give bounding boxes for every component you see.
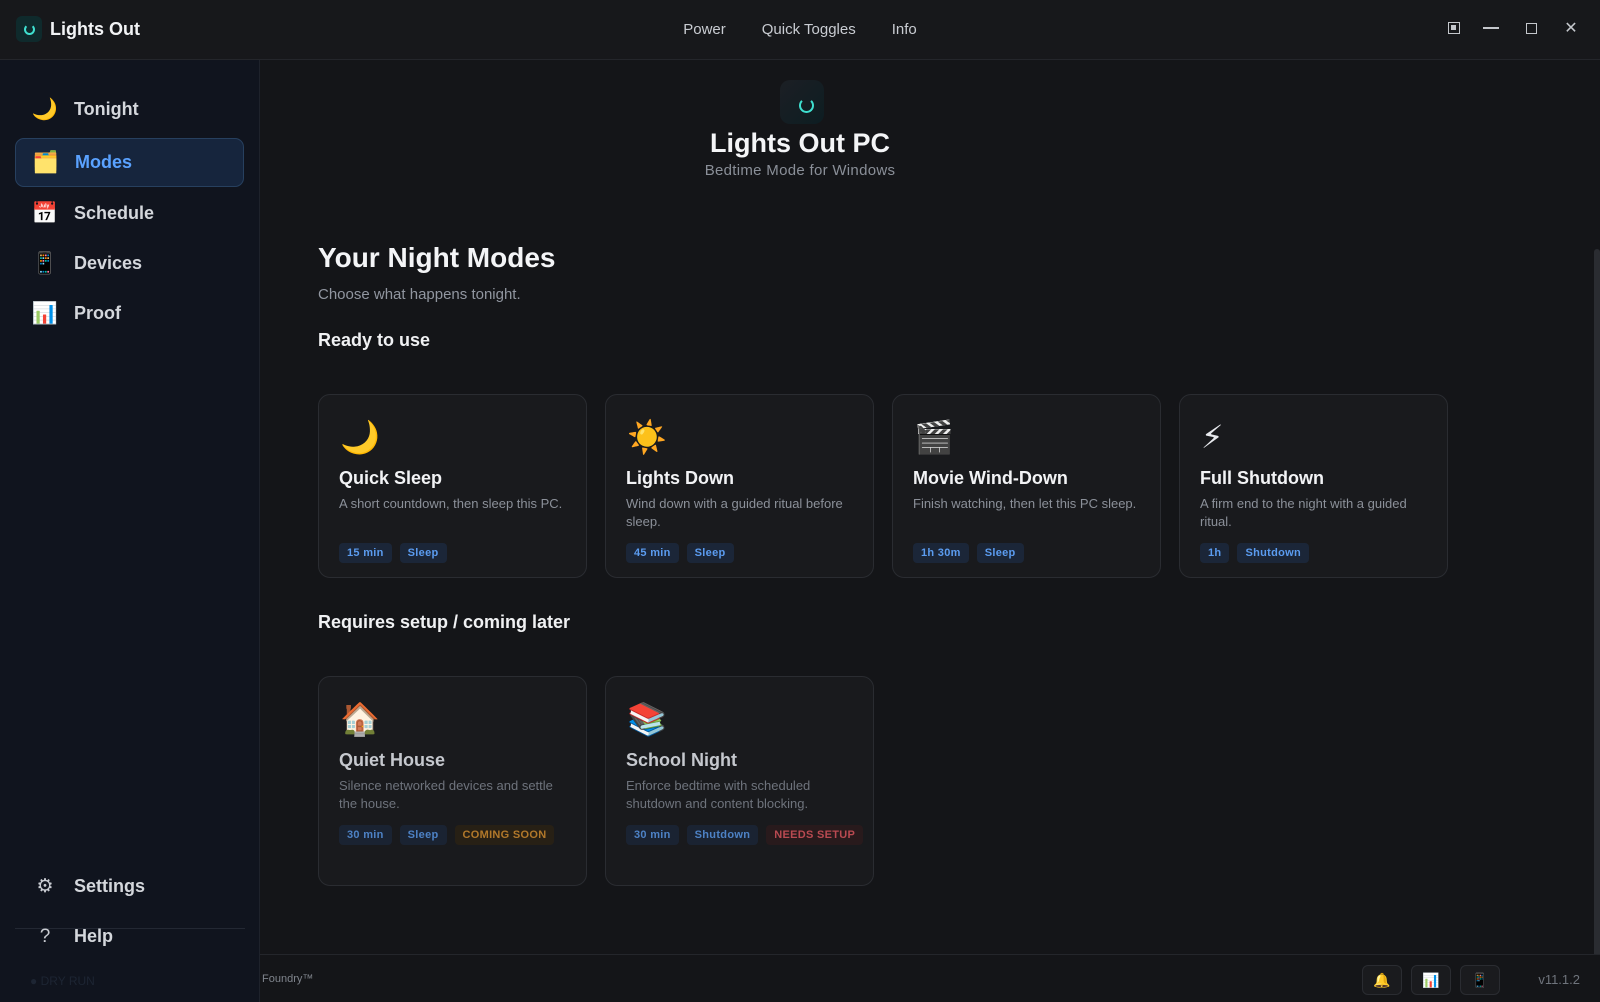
bar-chart-icon: 📊 (31, 301, 59, 325)
lightning-icon: ⚡ (1201, 419, 1224, 455)
action-tag: Shutdown (1237, 543, 1309, 563)
phone-icon: 📱 (31, 251, 59, 275)
moon-icon: 🌙 (31, 97, 59, 121)
duration-tag: 30 min (339, 825, 392, 845)
mode-description: A short countdown, then sleep this PC. (339, 496, 563, 511)
sidebar-item-label: Schedule (74, 203, 155, 223)
mode-title: Quick Sleep (339, 468, 443, 488)
sidebar-item-label: Help (74, 926, 114, 946)
mode-card-quick-sleep[interactable]: 🌙 Quick Sleep A short countdown, then sl… (318, 394, 587, 578)
action-tag: Shutdown (686, 825, 759, 845)
device-phone-icon[interactable]: 📱 (1460, 965, 1500, 995)
sun-icon: ☀️ (627, 419, 667, 455)
snap-layout-icon[interactable] (1448, 22, 1460, 34)
sidebar-item-schedule[interactable]: 📅 Schedule (15, 189, 244, 238)
dry-run-status: ● DRY RUN (30, 974, 95, 988)
duration-tag: 15 min (339, 543, 392, 563)
sidebar: 🌙 Tonight 🗂️ Modes 📅 Schedule 📱 Devices … (0, 60, 260, 1002)
mode-description: Finish watching, then let this PC sleep. (913, 496, 1137, 511)
maximize-icon[interactable] (1522, 18, 1540, 38)
mode-card-full-shutdown[interactable]: ⚡ Full Shutdown A firm end to the night … (1179, 394, 1448, 578)
mode-title: School Night (626, 750, 737, 770)
sidebar-item-modes[interactable]: 🗂️ Modes (15, 138, 244, 187)
sidebar-item-settings[interactable]: ⚙ Settings (15, 862, 244, 911)
page-title: Your Night Modes (318, 242, 556, 273)
title-bar: Lights Out Power Quick Toggles Info ✕ (0, 0, 1600, 60)
top-nav-info[interactable]: Info (892, 21, 917, 38)
sidebar-item-devices[interactable]: 📱 Devices (15, 239, 244, 288)
close-icon[interactable]: ✕ (1562, 18, 1580, 38)
window-controls: ✕ (1448, 18, 1580, 38)
top-nav-power[interactable]: Power (683, 21, 726, 38)
sidebar-item-help[interactable]: ? Help (15, 912, 244, 961)
mode-card-movie-wind-down[interactable]: 🎬 Movie Wind-Down Finish watching, then … (892, 394, 1161, 578)
page-subtitle: Choose what happens tonight. (318, 286, 521, 303)
action-tag: Sleep (399, 543, 447, 563)
house-icon: 🏠 (340, 701, 380, 737)
mode-title: Quiet House (339, 750, 446, 770)
action-tag: Sleep (686, 543, 734, 563)
mode-title: Movie Wind-Down (913, 468, 1068, 488)
mode-tags: 1h 30m Sleep (913, 543, 1153, 563)
sidebar-item-label: Settings (74, 876, 146, 896)
mode-card-quiet-house[interactable]: 🏠 Quiet House Silence networked devices … (318, 676, 587, 886)
modes-stack-icon: 🗂️ (32, 150, 60, 174)
mode-tags: 1h Shutdown (1200, 543, 1440, 563)
stats-chart-icon[interactable]: 📊 (1411, 965, 1451, 995)
mode-title: Lights Down (626, 468, 734, 488)
clapperboard-icon: 🎬 (914, 419, 954, 455)
sidebar-item-label: Tonight (74, 99, 139, 119)
mode-description: Wind down with a guided ritual before sl… (626, 496, 843, 529)
duration-tag: 45 min (626, 543, 679, 563)
mode-description: A firm end to the night with a guided ri… (1200, 496, 1407, 529)
duration-tag: 30 min (626, 825, 679, 845)
mode-description: Silence networked devices and settle the… (339, 778, 553, 811)
calendar-icon: 📅 (31, 201, 59, 225)
sidebar-item-proof[interactable]: 📊 Proof (15, 289, 244, 338)
main-content: Lights Out PC Bedtime Mode for Windows Y… (260, 60, 1600, 999)
mode-tags: 30 min Sleep COMING SOON (339, 825, 579, 845)
hero-subtitle: Bedtime Mode for Windows (704, 162, 896, 179)
version-label: v11.1.2 (1538, 972, 1580, 987)
section-title-ready: Ready to use (318, 330, 431, 350)
duration-tag: 1h 30m (913, 543, 969, 563)
hero-logo-icon (780, 80, 824, 124)
duration-tag: 1h (1200, 543, 1230, 563)
foundry-credit: Foundry™ (262, 973, 314, 985)
hero-title: Lights Out PC (710, 128, 890, 158)
mode-card-school-night[interactable]: 📚 School Night Enforce bedtime with sche… (605, 676, 874, 886)
sidebar-item-label: Modes (75, 152, 133, 172)
needs-setup-badge: NEEDS SETUP (766, 825, 864, 845)
mode-tags: 15 min Sleep (339, 543, 579, 563)
top-nav-quick-toggles[interactable]: Quick Toggles (762, 21, 856, 38)
sidebar-item-label: Devices (74, 253, 143, 273)
mode-card-lights-down[interactable]: ☀️ Lights Down Wind down with a guided r… (605, 394, 874, 578)
moon-icon: 🌙 (340, 419, 380, 455)
section-title-later: Requires setup / coming later (318, 612, 571, 632)
help-icon: ? (39, 925, 51, 947)
coming-soon-badge: COMING SOON (454, 825, 555, 845)
gear-icon: ⚙ (36, 876, 54, 897)
action-tag: Sleep (976, 543, 1024, 563)
top-nav: Power Quick Toggles Info (0, 21, 1600, 38)
books-icon: 📚 (627, 701, 667, 737)
mode-title: Full Shutdown (1200, 468, 1324, 488)
sidebar-item-label: Proof (74, 303, 121, 323)
mode-tags: 45 min Sleep (626, 543, 866, 563)
notifications-bell-icon[interactable]: 🔔 (1362, 965, 1402, 995)
minimize-icon[interactable] (1482, 18, 1500, 38)
status-bar: Foundry™ 🔔 📊 📱 v11.1.2 (260, 954, 1600, 1002)
mode-description: Enforce bedtime with scheduled shutdown … (626, 778, 811, 811)
scrollbar[interactable] (1594, 249, 1600, 999)
mode-tags: 30 min Shutdown NEEDS SETUP (626, 825, 866, 845)
action-tag: Sleep (399, 825, 447, 845)
sidebar-item-tonight[interactable]: 🌙 Tonight (15, 85, 244, 134)
